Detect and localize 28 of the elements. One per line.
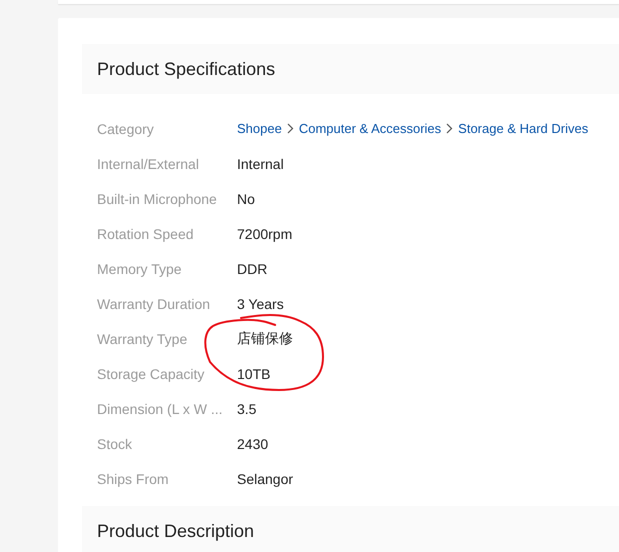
spec-value: Internal	[237, 156, 284, 172]
chevron-right-icon	[446, 123, 454, 134]
spec-value: 3.5	[237, 400, 256, 416]
spec-label: Warranty Type	[97, 330, 188, 346]
spec-label: Dimension (L x W ...	[97, 400, 224, 416]
spec-value: 3 Years	[237, 296, 284, 312]
spec-label: Category	[97, 120, 155, 136]
breadcrumb-link[interactable]: Storage & Hard Drives	[458, 121, 588, 136]
spec-value: 2430	[237, 436, 268, 452]
spec-label: Storage Capacity	[97, 366, 206, 382]
spec-value: 10TB	[237, 366, 270, 382]
spec-value: DDR	[237, 260, 268, 276]
chevron-right-icon	[286, 123, 294, 134]
spec-label: Ships From	[97, 470, 170, 486]
spec-value: No	[237, 190, 255, 206]
section-title: Product Specifications	[97, 58, 276, 80]
spec-value: Selangor	[237, 470, 294, 486]
spec-label: Built-in Microphone	[97, 190, 218, 206]
spec-value: 7200rpm	[237, 226, 292, 242]
spec-value: 店铺保修	[237, 330, 293, 348]
section-title: Product Description	[97, 520, 254, 542]
breadcrumb-link[interactable]: Computer & Accessories	[298, 121, 442, 136]
spec-label: Stock	[97, 436, 134, 452]
spec-label: Rotation Speed	[97, 226, 195, 242]
spec-label: Memory Type	[97, 260, 183, 276]
spec-label: Internal/External	[97, 156, 200, 172]
spec-label: Warranty Duration	[97, 296, 212, 312]
breadcrumb-link[interactable]: Shopee	[237, 121, 282, 136]
